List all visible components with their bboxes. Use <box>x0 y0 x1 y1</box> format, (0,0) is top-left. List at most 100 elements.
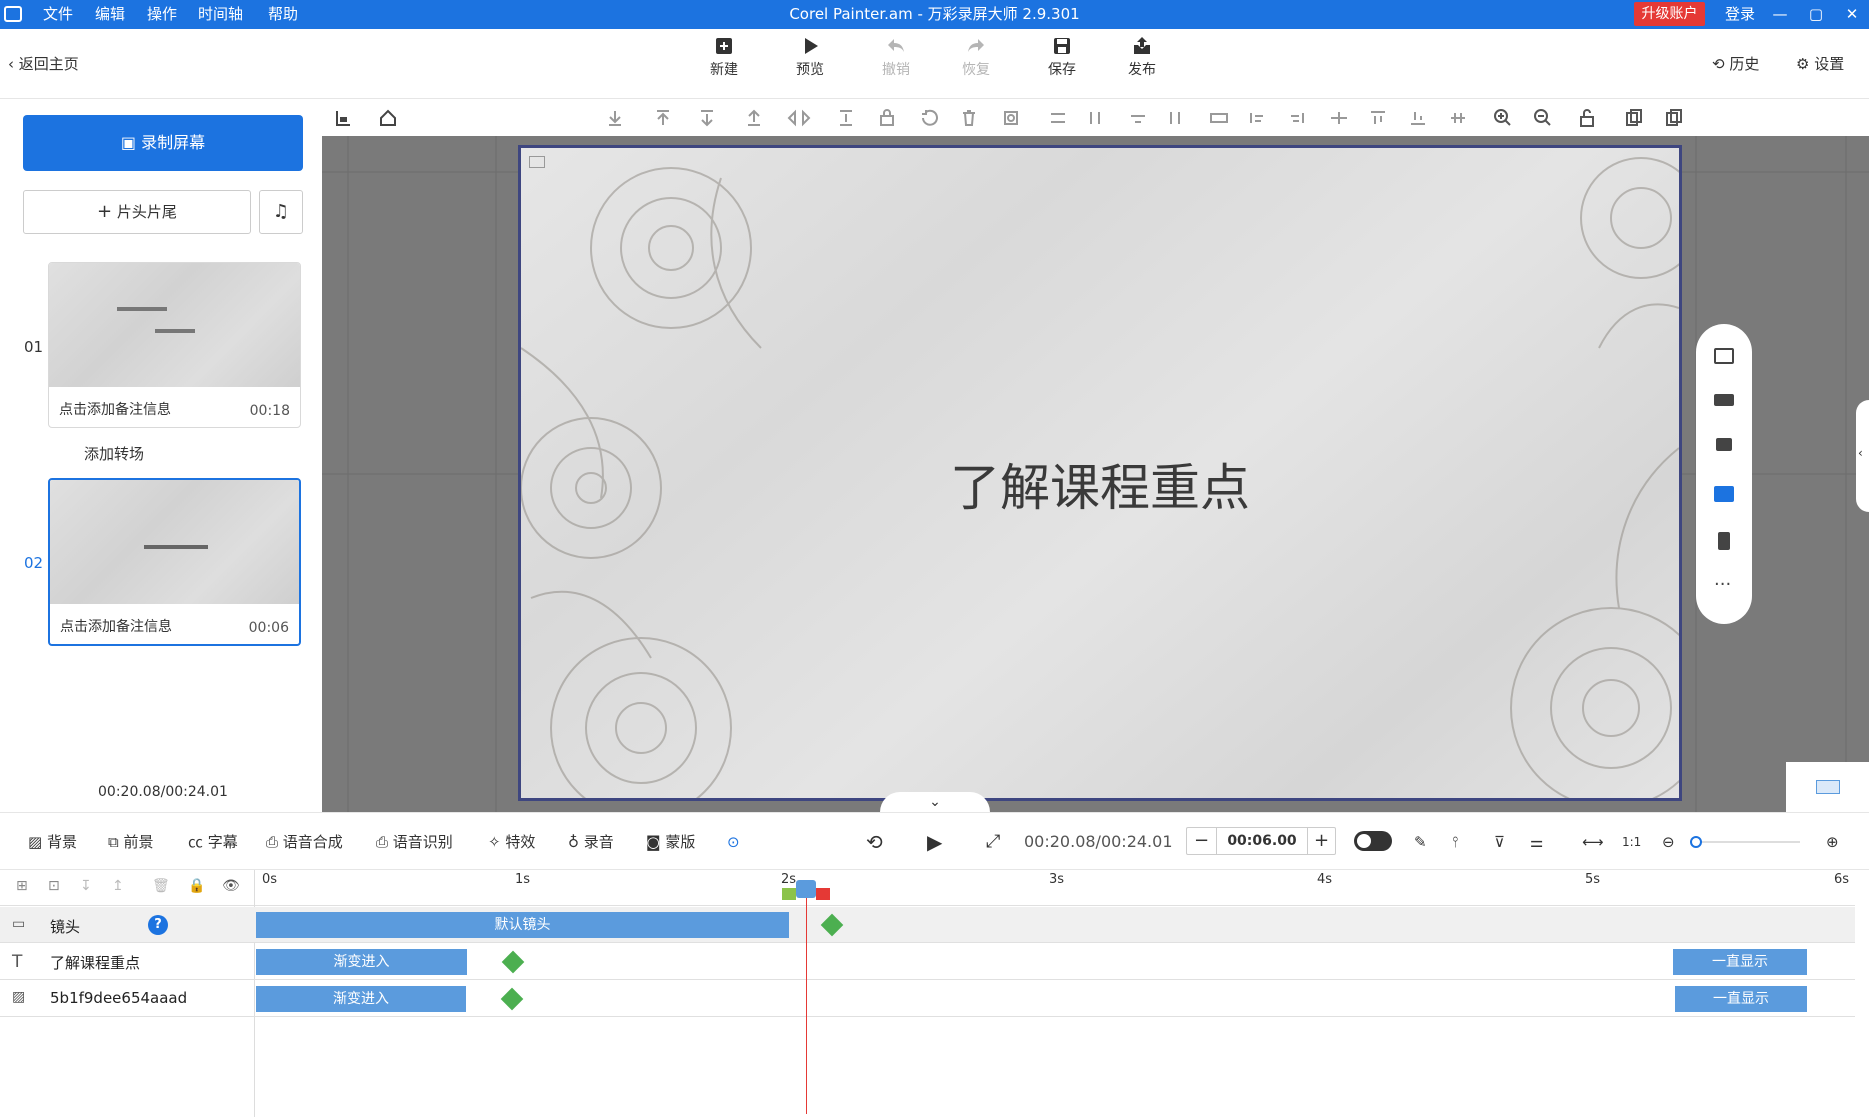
layer-tools: ⊞ ⊡ ↧ ↥ 🗑 🔒 👁 <box>0 870 254 906</box>
scene-time: 00:20.08/00:24.01 <box>98 784 228 800</box>
lock-icon[interactable]: 🔒 <box>188 878 205 894</box>
move-up-icon[interactable]: ↥ <box>112 878 124 894</box>
back-home-button[interactable]: ‹ 返回主页 <box>8 53 79 74</box>
microphone-icon: ♁ <box>568 833 584 851</box>
new-layer-icon[interactable]: ⊡ <box>48 878 60 894</box>
edit-icon[interactable]: ✎ <box>1414 813 1427 871</box>
effects-button[interactable]: ✧ 特效 <box>488 813 535 871</box>
eye-icon[interactable]: 👁 <box>222 878 240 894</box>
ruler-tick-label: 3s <box>1049 872 1065 887</box>
track-name: 镜头 <box>50 918 81 936</box>
filter-icon[interactable]: ⊽ <box>1494 813 1505 871</box>
foreground-button[interactable]: ⧉ 前景 <box>108 813 154 871</box>
zoom-slider-handle[interactable] <box>1690 836 1702 848</box>
maximize-icon[interactable]: ▢ <box>1801 0 1831 29</box>
ruler-tick-label: 5s <box>1585 872 1601 887</box>
adjust-icon[interactable]: ⚌ <box>1530 813 1543 871</box>
new-icon <box>716 38 732 54</box>
plus-icon[interactable]: + <box>1307 828 1335 854</box>
mask-button[interactable]: ◙ 蒙版 <box>646 813 695 871</box>
scene-caption[interactable]: 点击添加备注信息 <box>59 399 171 419</box>
preview-button[interactable]: 预览 <box>778 35 842 79</box>
right-panel-toggle[interactable]: ‹ <box>1856 400 1869 512</box>
intro-outro-button[interactable]: + 片头片尾 <box>23 190 251 234</box>
settings-button[interactable]: ⚙ 设置 <box>1796 53 1844 74</box>
music-button[interactable]: ♫ <box>259 190 303 234</box>
camera-track-icon: ▭ <box>12 916 26 932</box>
align-icon[interactable] <box>334 109 352 127</box>
move-down-icon[interactable]: ↧ <box>80 878 92 894</box>
history-label: 历史 <box>1729 55 1760 73</box>
timeline-clip[interactable]: 一直显示 <box>1675 986 1807 1012</box>
chevron-down-icon: ⌄ <box>929 794 941 810</box>
split-icon[interactable]: ⫯ <box>1452 813 1459 871</box>
speech-recognition-button[interactable]: ⎙ 语音识别 <box>376 813 453 871</box>
publish-icon <box>1134 37 1150 54</box>
delete-icon[interactable]: 🗑 <box>152 878 170 894</box>
duration-stepper[interactable]: − 00:06.00 + <box>1186 827 1336 855</box>
lock-icon[interactable] <box>1716 438 1732 451</box>
help-icon[interactable]: ? <box>148 915 168 935</box>
screen-portrait-icon[interactable] <box>1718 532 1730 550</box>
background-label: 背景 <box>46 833 77 851</box>
mask-icon: ◙ <box>646 833 666 851</box>
redo-button[interactable]: 恢复 <box>944 35 1008 79</box>
ruler-tick-label: 1s <box>515 872 531 887</box>
duration-value[interactable]: 00:06.00 <box>1217 828 1307 854</box>
upgrade-button[interactable]: 升级账户 <box>1634 2 1705 26</box>
scene-caption[interactable]: 点击添加备注信息 <box>60 616 172 636</box>
stage-title-text[interactable]: 了解课程重点 <box>521 448 1679 520</box>
subtitle-button[interactable]: ㏄ 字幕 <box>188 813 238 871</box>
end-marker <box>816 888 830 900</box>
fit-width-icon[interactable]: ⟷ <box>1582 813 1604 871</box>
timeline-clip[interactable]: 一直显示 <box>1673 949 1807 975</box>
timeline-clip[interactable]: 渐变进入 <box>256 986 466 1012</box>
record-screen-button[interactable]: ▣ 录制屏幕 <box>23 115 303 171</box>
chevron-left-icon: ‹ <box>1858 446 1863 460</box>
playhead-handle[interactable] <box>796 880 816 898</box>
background-button[interactable]: ▨ 背景 <box>28 813 77 871</box>
save-button[interactable]: 保存 <box>1030 35 1094 79</box>
intro-outro-label: 片头片尾 <box>116 203 177 221</box>
add-folder-icon[interactable]: ⊞ <box>16 878 28 894</box>
history-button[interactable]: ⟲ 历史 <box>1712 53 1759 74</box>
timeline-clip[interactable]: 默认镜头 <box>256 912 789 938</box>
replay-icon[interactable]: ⟲ <box>866 813 883 871</box>
scene-thumbnail <box>49 263 300 387</box>
record-audio-button[interactable]: ♁ 录音 <box>568 813 614 871</box>
minimize-icon[interactable]: — <box>1765 0 1795 29</box>
tts-button[interactable]: ⎙ 语音合成 <box>266 813 343 871</box>
scene-card-1[interactable]: 点击添加备注信息 00:18 <box>48 262 301 428</box>
minus-icon[interactable]: − <box>1187 828 1217 854</box>
play-icon[interactable]: ▶ <box>927 813 942 871</box>
actual-size-icon[interactable]: 1:1 <box>1622 813 1641 871</box>
login-button[interactable]: 登录 <box>1720 0 1760 29</box>
undo-button[interactable]: 撤销 <box>864 35 928 79</box>
screen-landscape-icon[interactable] <box>1714 486 1734 502</box>
add-transition-link[interactable]: 添加转场 <box>84 443 144 464</box>
preview-label: 预览 <box>796 62 824 78</box>
unlock-all-icon[interactable] <box>1714 394 1734 406</box>
save-label: 保存 <box>1048 62 1076 78</box>
collapse-toggle[interactable]: ⌄ <box>880 792 990 812</box>
more-tools-icon[interactable]: ⊙ <box>727 813 740 871</box>
new-button[interactable]: 新建 <box>692 35 756 79</box>
more-icon[interactable]: ··· <box>1714 574 1731 595</box>
stage-canvas[interactable]: 了解课程重点 <box>518 145 1682 801</box>
zoom-slider[interactable] <box>1690 836 1800 848</box>
toggle-switch[interactable] <box>1354 831 1392 851</box>
timeline-clip[interactable]: 渐变进入 <box>256 949 467 975</box>
fullscreen-icon[interactable]: ⤢ <box>986 813 1000 871</box>
close-icon[interactable]: ✕ <box>1837 0 1867 29</box>
edit-tool-icons[interactable] <box>605 108 1860 128</box>
subtitle-label: 字幕 <box>207 833 238 851</box>
publish-button[interactable]: 发布 <box>1110 35 1174 79</box>
undo-label: 撤销 <box>882 62 910 78</box>
fit-screen-icon[interactable] <box>1714 348 1734 364</box>
tts-icon: ⎙ <box>266 833 283 851</box>
minimap[interactable] <box>1786 762 1869 812</box>
zoom-in-icon[interactable]: ⊕ <box>1826 813 1839 871</box>
home-icon[interactable] <box>379 109 397 127</box>
scene-card-2[interactable]: 点击添加备注信息 00:06 <box>48 478 301 646</box>
zoom-out-icon[interactable]: ⊖ <box>1662 813 1675 871</box>
